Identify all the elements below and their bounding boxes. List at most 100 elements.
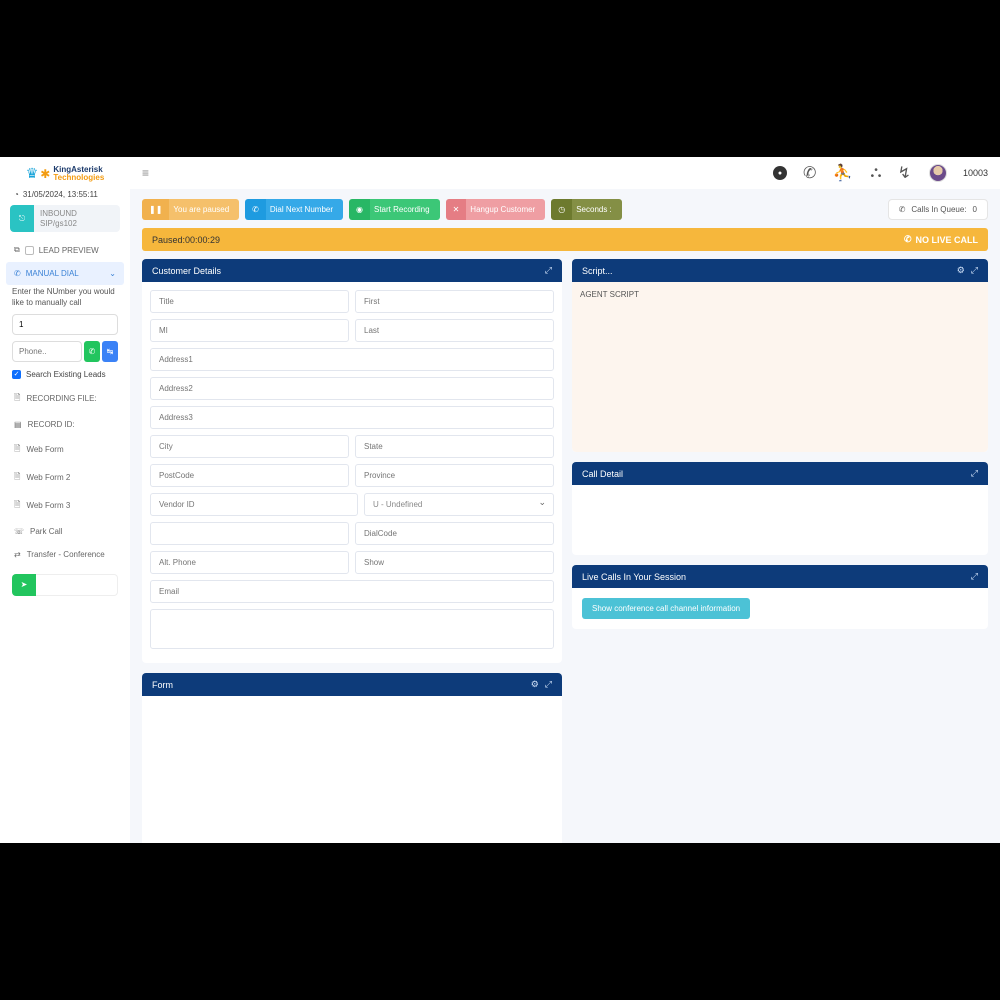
gear-icon: ✱ bbox=[40, 167, 50, 181]
logo: ♛ ✱ KingAsterisk Technologies bbox=[0, 157, 130, 186]
hangup-button[interactable]: ✕Hangup Customer bbox=[446, 199, 546, 220]
script-body: AGENT SCRIPT bbox=[572, 282, 988, 452]
avatar[interactable] bbox=[929, 164, 947, 182]
no-live-call: ✆NO LIVE CALL bbox=[904, 234, 978, 245]
content: ❚❚You are paused ✆Dial Next Number ◉Star… bbox=[130, 189, 1000, 843]
call-out-icon[interactable]: ↯ bbox=[898, 163, 911, 183]
recording-file-row[interactable]: 🗎RECORDING FILE: bbox=[0, 385, 130, 413]
panel-title: Call Detail bbox=[582, 469, 623, 479]
search-existing-checkbox[interactable]: ✓ bbox=[12, 370, 21, 379]
settings-icon[interactable]: ⚙ bbox=[957, 265, 965, 276]
script-panel: Script... ⚙ ⤢ AGENT SCRIPT bbox=[572, 259, 988, 452]
customer-details-panel: Customer Details ⤢ U - Undefined bbox=[142, 259, 562, 663]
record-id-row[interactable]: ▤RECORD ID: bbox=[0, 413, 130, 436]
manual-dial-number-input[interactable] bbox=[12, 314, 118, 335]
search-existing-label: Search Existing Leads bbox=[26, 370, 106, 379]
call-detail-panel: Call Detail ⤢ bbox=[572, 462, 988, 555]
status-bar: Paused:00:00:29 ✆NO LIVE CALL bbox=[142, 228, 988, 251]
email-input[interactable] bbox=[150, 580, 554, 603]
web-form-row[interactable]: 🗎Web Form bbox=[0, 436, 130, 464]
province-input[interactable] bbox=[355, 464, 554, 487]
lead-preview-row[interactable]: ⧉ LEAD PREVIEW bbox=[0, 238, 130, 262]
expand-icon[interactable]: ⤢ bbox=[971, 265, 978, 276]
swap-icon: ⇄ bbox=[14, 550, 21, 559]
panel-title: Customer Details bbox=[152, 266, 221, 276]
main: ≡ ● ✆ ⛹ ⛬ ↯ 10003 ❚❚You are paused bbox=[130, 157, 1000, 843]
logo-text-2: Technologies bbox=[53, 173, 104, 182]
notes-textarea[interactable] bbox=[150, 609, 554, 649]
lead-preview-checkbox[interactable] bbox=[25, 246, 34, 255]
settings-icon[interactable]: ⚙ bbox=[531, 679, 539, 690]
last-input[interactable] bbox=[355, 319, 554, 342]
inbound-status-button[interactable]: ⎋ INBOUND SIP/gs102 bbox=[10, 205, 120, 232]
transfer-button[interactable]: ↹ bbox=[102, 341, 118, 362]
phone-icon: ✆ bbox=[899, 205, 906, 214]
address1-input[interactable] bbox=[150, 348, 554, 371]
send-row[interactable]: ➤ bbox=[12, 574, 118, 596]
datetime-text: 31/05/2024, 13:55:11 bbox=[23, 190, 98, 199]
manual-dial-help: Enter the NUmber you would like to manua… bbox=[0, 285, 130, 312]
record-icon: ◉ bbox=[349, 199, 370, 220]
search-existing-row[interactable]: ✓ Search Existing Leads bbox=[0, 370, 130, 385]
user-icon[interactable]: ⛹ bbox=[832, 163, 852, 183]
form-icon: 🗎 bbox=[14, 471, 20, 485]
dial-button[interactable]: ✆ bbox=[84, 341, 100, 362]
address3-input[interactable] bbox=[150, 406, 554, 429]
panel-title: Form bbox=[152, 680, 173, 690]
altphone-input[interactable] bbox=[150, 551, 349, 574]
action-row: ❚❚You are paused ✆Dial Next Number ◉Star… bbox=[142, 199, 988, 220]
manual-dial-label: MANUAL DIAL bbox=[26, 269, 79, 278]
crown-icon: ♛ bbox=[26, 165, 39, 182]
city-input[interactable] bbox=[150, 435, 349, 458]
calls-in-queue: ✆ Calls In Queue: 0 bbox=[888, 199, 988, 220]
panel-title: Script... bbox=[582, 266, 613, 276]
phone-out-icon: ✆ bbox=[14, 269, 21, 278]
dialcode-input[interactable] bbox=[355, 522, 554, 545]
paused-button[interactable]: ❚❚You are paused bbox=[142, 199, 239, 220]
web-form-2-row[interactable]: 🗎Web Form 2 bbox=[0, 464, 130, 492]
id-icon: ▤ bbox=[14, 420, 22, 429]
mi-input[interactable] bbox=[150, 319, 349, 342]
transfer-conf-row[interactable]: ⇄Transfer - Conference bbox=[0, 543, 130, 566]
user-x-icon: ⎋ bbox=[10, 205, 34, 232]
web-form-3-row[interactable]: 🗎Web Form 3 bbox=[0, 492, 130, 520]
gender-select[interactable]: U - Undefined bbox=[364, 493, 554, 516]
phone-icon[interactable]: ✆ bbox=[803, 163, 816, 183]
dial-next-button[interactable]: ✆Dial Next Number bbox=[245, 199, 343, 220]
chevron-down-icon: ⌄ bbox=[109, 269, 116, 278]
sip-label: SIP/gs102 bbox=[40, 219, 114, 229]
inbound-label: INBOUND bbox=[40, 209, 114, 219]
live-calls-panel: Live Calls In Your Session⤢ Show confere… bbox=[572, 565, 988, 629]
expand-icon[interactable]: ⤢ bbox=[545, 679, 552, 690]
manual-dial-row[interactable]: ✆ MANUAL DIAL ⌄ bbox=[6, 262, 124, 285]
first-input[interactable] bbox=[355, 290, 554, 313]
info-icon[interactable]: ● bbox=[773, 166, 787, 180]
menu-icon[interactable]: ≡ bbox=[142, 166, 149, 180]
vendor-id-input[interactable] bbox=[150, 493, 358, 516]
show-conference-info-button[interactable]: Show conference call channel information bbox=[582, 598, 750, 619]
show-input[interactable] bbox=[355, 551, 554, 574]
datetime: ◔ 31/05/2024, 13:55:11 bbox=[0, 186, 130, 205]
expand-icon[interactable]: ⤢ bbox=[971, 571, 978, 582]
expand-icon[interactable]: ⤢ bbox=[545, 265, 552, 276]
lead-preview-label: LEAD PREVIEW bbox=[39, 246, 99, 255]
phone-out-icon: ✆ bbox=[245, 199, 266, 220]
address2-input[interactable] bbox=[150, 377, 554, 400]
group-icon[interactable]: ⛬ bbox=[870, 164, 881, 182]
state-input[interactable] bbox=[355, 435, 554, 458]
send-input[interactable] bbox=[36, 574, 118, 596]
title-input[interactable] bbox=[150, 290, 349, 313]
user-id: 10003 bbox=[963, 168, 988, 178]
expand-icon[interactable]: ⤢ bbox=[971, 468, 978, 479]
park-call-row[interactable]: ☏Park Call bbox=[0, 520, 130, 543]
form-panel: Form ⚙ ⤢ bbox=[142, 673, 562, 843]
seconds-button[interactable]: ◷Seconds : bbox=[551, 199, 622, 220]
postcode-input[interactable] bbox=[150, 464, 349, 487]
phone-input[interactable] bbox=[12, 341, 82, 362]
headset-icon: ☏ bbox=[14, 527, 24, 536]
start-recording-button[interactable]: ◉Start Recording bbox=[349, 199, 440, 220]
pause-icon: ❚❚ bbox=[142, 199, 169, 220]
sidebar: ♛ ✱ KingAsterisk Technologies ◔ 31/05/20… bbox=[0, 157, 130, 843]
blank-input[interactable] bbox=[150, 522, 349, 545]
form-icon: 🗎 bbox=[14, 443, 20, 457]
